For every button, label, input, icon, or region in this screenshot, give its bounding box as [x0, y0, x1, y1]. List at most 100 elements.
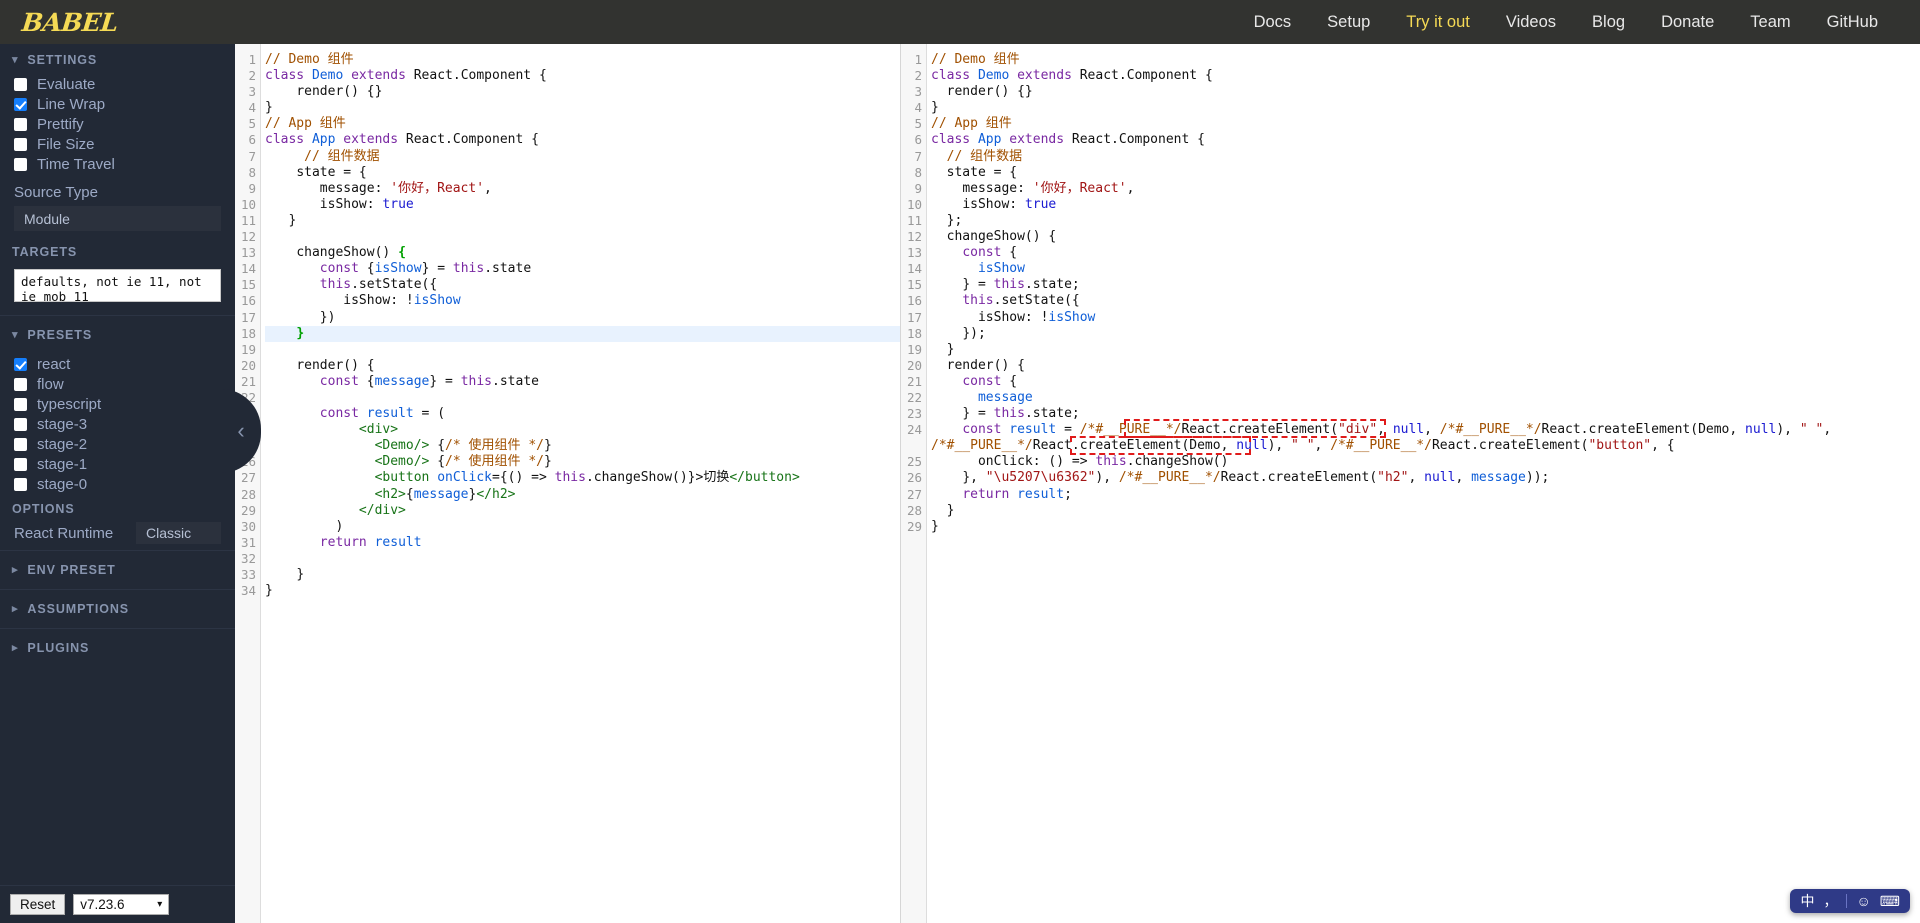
source-type-select[interactable]: Module [14, 206, 221, 231]
preset-label-flow: flow [37, 375, 64, 393]
code-token: { [1001, 245, 1018, 261]
setting-prettify[interactable]: Prettify [0, 114, 235, 134]
code-line: this.setState({ [931, 293, 1920, 309]
checkbox-react[interactable] [14, 357, 27, 371]
checkbox-stage-1[interactable] [14, 457, 27, 471]
line-number: 31 [240, 534, 256, 550]
nav-link-setup[interactable]: Setup [1309, 7, 1388, 38]
code-token: extends [343, 132, 399, 148]
ime-punctuation[interactable]: ， [1823, 894, 1837, 908]
checkbox-typescript[interactable] [14, 397, 27, 411]
code-token: { [358, 373, 375, 389]
preset-stage-2[interactable]: stage-2 [0, 434, 235, 454]
targets-input[interactable] [14, 269, 221, 302]
ime-mode-chinese[interactable]: 中 [1800, 894, 1814, 908]
code-token: /*#__PURE__*/ [1439, 422, 1542, 438]
babel-version-select[interactable]: v7.23.6 ▾ [73, 894, 170, 915]
ime-emoji-icon[interactable]: ☺ [1856, 894, 1870, 908]
preset-typescript[interactable]: typescript [0, 394, 235, 414]
preset-react[interactable]: react [0, 354, 235, 374]
code-token: } = [429, 373, 461, 389]
line-number: 2 [914, 68, 922, 84]
ime-keyboard-icon[interactable]: ⌨ [1880, 894, 1900, 908]
checkbox-stage-2[interactable] [14, 437, 27, 451]
nav-link-blog[interactable]: Blog [1574, 7, 1643, 38]
nav-link-team[interactable]: Team [1732, 7, 1808, 38]
code-token: this [993, 277, 1025, 293]
code-token: // 组件数据 [931, 148, 1023, 164]
preset-stage-3[interactable]: stage-3 [0, 414, 235, 434]
section-header-options: OPTIONS [0, 494, 235, 518]
setting-evaluate[interactable]: Evaluate [0, 74, 235, 94]
nav-links: Docs Setup Try it out Videos Blog Donate… [1236, 7, 1896, 38]
line-number: 4 [914, 100, 922, 116]
line-number: 6 [914, 132, 922, 148]
code-token: const [319, 373, 359, 389]
code-token: ) [265, 518, 344, 534]
code-token: { [1001, 373, 1018, 389]
section-header-env-preset[interactable]: ▸ ENV PRESET [0, 550, 235, 589]
line-number: 18 [906, 325, 922, 341]
code-token: App [977, 132, 1002, 148]
checkbox-prettify[interactable] [14, 117, 27, 131]
section-header-presets[interactable]: ▾ PRESETS [0, 315, 235, 354]
setting-time-travel[interactable]: Time Travel [0, 154, 235, 174]
line-number: 13 [906, 245, 922, 261]
nav-link-try-it-out[interactable]: Try it out [1388, 7, 1488, 38]
section-header-settings[interactable]: ▾ SETTINGS [0, 44, 235, 74]
checkbox-stage-0[interactable] [14, 477, 27, 491]
line-number: 21 [240, 373, 256, 389]
input-code-area[interactable]: // Demo 组件 class Demo extends React.Compo… [261, 44, 900, 923]
nav-link-github[interactable]: GitHub [1809, 7, 1896, 38]
section-header-plugins[interactable]: ▸ PLUGINS [0, 628, 235, 667]
ime-input-method-widget[interactable]: 中 ， ☺ ⌨ [1790, 889, 1910, 913]
nav-link-donate[interactable]: Donate [1643, 7, 1732, 38]
code-token: /*#__PURE__*/ [931, 438, 1033, 454]
chevron-right-icon: ▸ [12, 641, 19, 654]
checkbox-file-size[interactable] [14, 137, 27, 151]
line-number: 15 [240, 277, 256, 293]
code-token: const [319, 261, 359, 277]
code-token: } [296, 325, 305, 341]
code-line: return result [265, 535, 900, 551]
code-token: ; [1064, 486, 1072, 502]
code-line: <Demo/> {/* 使用组件 */} [265, 438, 900, 454]
input-code-editor[interactable]: 1234567891011121314151617181920212223242… [235, 44, 901, 923]
checkbox-evaluate[interactable] [14, 77, 27, 91]
section-header-assumptions[interactable]: ▸ ASSUMPTIONS [0, 589, 235, 628]
checkbox-time-travel[interactable] [14, 157, 27, 171]
code-token: </button> [729, 470, 800, 486]
line-number: 30 [240, 518, 256, 534]
code-token: React.createElement( [1220, 470, 1378, 486]
code-line: render() {} [265, 84, 900, 100]
setting-line-wrap[interactable]: Line Wrap [0, 94, 235, 114]
code-token: isShow [413, 293, 461, 309]
preset-stage-0[interactable]: stage-0 [0, 474, 235, 494]
checkbox-line-wrap[interactable] [14, 97, 27, 111]
babel-logo[interactable]: BABEL [20, 8, 119, 37]
nav-link-docs[interactable]: Docs [1236, 7, 1310, 38]
checkbox-stage-3[interactable] [14, 417, 27, 431]
reset-button[interactable]: Reset [10, 894, 66, 915]
preset-stage-1[interactable]: stage-1 [0, 454, 235, 474]
code-token: onClick [437, 470, 492, 486]
code-line: class App extends React.Component { [265, 132, 900, 148]
react-runtime-select[interactable]: Classic [136, 522, 221, 544]
checkbox-flow[interactable] [14, 377, 27, 391]
preset-flow[interactable]: flow [0, 374, 235, 394]
code-token: } [265, 100, 273, 116]
line-number: 5 [248, 116, 256, 132]
preset-label-stage-2: stage-2 [37, 435, 88, 453]
nav-link-videos[interactable]: Videos [1488, 7, 1574, 38]
line-number: 17 [240, 309, 256, 325]
code-token: = ( [413, 406, 446, 422]
setting-file-size[interactable]: File Size [0, 134, 235, 154]
